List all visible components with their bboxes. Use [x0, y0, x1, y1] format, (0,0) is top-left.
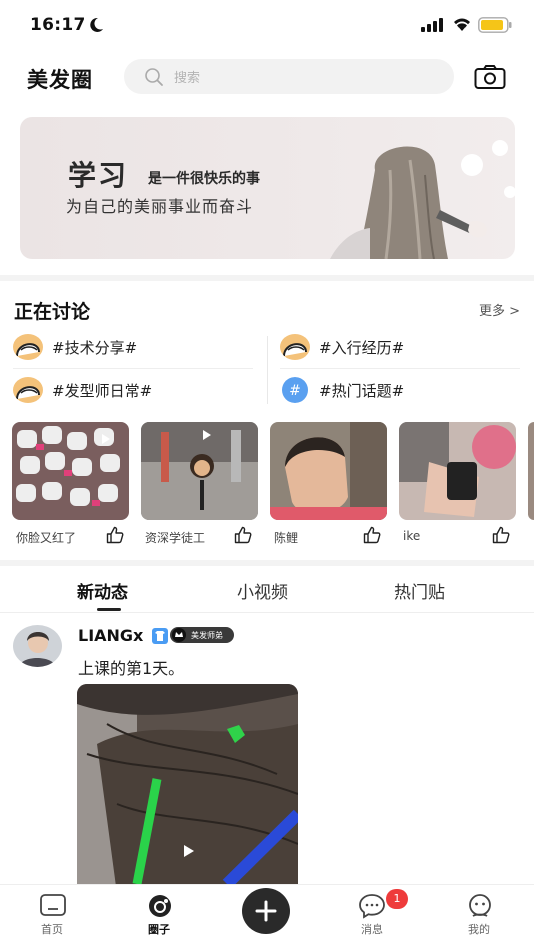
moon-icon [90, 17, 103, 32]
topic-label: #技术分享# [52, 338, 138, 357]
thumbs-up-icon[interactable] [492, 526, 510, 544]
tab-hot-posts[interactable]: 热门贴 [394, 578, 445, 603]
tab-new-posts[interactable]: 新动态 [77, 578, 128, 603]
nav-label-circle[interactable]: 圈子 [148, 921, 170, 937]
section-divider [0, 275, 534, 281]
topic-item-hot[interactable]: # #热门话题# [280, 376, 404, 404]
discussion-title: 正在讨论 [14, 301, 91, 323]
tab-short-videos[interactable]: 小视频 [237, 578, 288, 603]
banner-tagline: 是一件很快乐的事 [148, 171, 260, 187]
divider [267, 336, 268, 404]
video-thumbnail[interactable] [270, 422, 387, 520]
divider [280, 368, 520, 369]
section-divider [0, 560, 534, 566]
thumbnail-image [399, 422, 516, 520]
vip-badge-icon [152, 628, 168, 644]
topic-label: #发型师日常# [52, 381, 153, 400]
thumbnail-caption: 你脸又红了 [16, 531, 77, 545]
post-video[interactable] [77, 684, 298, 894]
video-thumbnail[interactable] [12, 422, 129, 520]
message-icon[interactable] [358, 893, 386, 919]
topic-avatar-icon [13, 377, 43, 403]
profile-icon[interactable] [466, 893, 494, 919]
thumbnail-caption: 陈鲤 [274, 531, 299, 545]
avatar[interactable] [13, 625, 62, 667]
banner-heading: 学习 [68, 159, 129, 192]
thumbnail-caption: ike [403, 529, 421, 543]
post-text: 上课的第1天。 [78, 659, 185, 678]
video-thumbnail[interactable] [399, 422, 516, 520]
thumbnail-image [270, 422, 387, 520]
topic-avatar-icon [280, 334, 310, 360]
search-placeholder: 搜索 [174, 71, 201, 86]
thumbnail-image [12, 422, 129, 520]
topic-item-career[interactable]: #入行经历# [280, 333, 404, 361]
topic-item-daily[interactable]: #发型师日常# [13, 376, 152, 404]
search-icon [145, 68, 163, 86]
thumbnail-image [141, 422, 258, 520]
more-link[interactable]: 更多 > [479, 300, 520, 319]
divider [0, 612, 534, 613]
thumbnail-caption: 资深学徒工 [145, 531, 206, 545]
divider [13, 368, 253, 369]
nav-label-home[interactable]: 首页 [41, 921, 63, 937]
level-badge: 美发师弟 [170, 627, 234, 643]
video-thumbnail-partial[interactable] [528, 422, 534, 520]
play-icon[interactable] [175, 840, 201, 862]
banner-illustration [330, 140, 515, 259]
create-post-button[interactable] [242, 888, 290, 934]
post-username[interactable]: LIANGx [78, 626, 143, 645]
camera-icon[interactable] [474, 64, 506, 90]
nav-label-profile[interactable]: 我的 [468, 921, 490, 937]
svg-text:#: # [289, 383, 301, 399]
signal-icon [421, 18, 443, 32]
thumbs-up-icon[interactable] [363, 526, 381, 544]
topic-label: #入行经历# [319, 338, 405, 357]
status-time: 16:17 [30, 15, 86, 35]
thumbs-up-icon[interactable] [106, 526, 124, 544]
topic-avatar-icon [13, 334, 43, 360]
video-frame [77, 684, 298, 894]
app-title: 美发圈 [27, 68, 93, 92]
nav-label-messages[interactable]: 消息 [361, 921, 383, 937]
crown-icon [172, 628, 186, 642]
tab-indicator [97, 608, 121, 611]
topic-item-tech[interactable]: #技术分享# [13, 333, 137, 361]
plus-icon [255, 900, 277, 922]
wifi-icon [454, 18, 470, 31]
topic-label: #热门话题# [319, 381, 405, 400]
hashtag-icon: # [282, 377, 308, 403]
banner-subtitle: 为自己的美丽事业而奋斗 [66, 197, 254, 216]
home-icon[interactable] [39, 893, 67, 919]
thumbs-up-icon[interactable] [234, 526, 252, 544]
level-badge-text: 美发师弟 [191, 630, 223, 640]
battery-icon [478, 17, 512, 33]
unread-badge: 1 [386, 889, 408, 909]
video-thumbnail[interactable] [141, 422, 258, 520]
circle-icon[interactable] [146, 893, 174, 919]
